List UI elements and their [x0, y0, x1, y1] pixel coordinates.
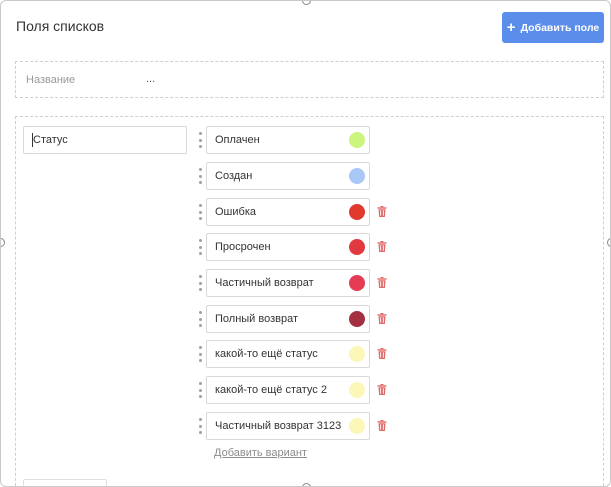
trash-icon[interactable]: [377, 420, 387, 431]
drag-handle-icon[interactable]: [196, 346, 204, 362]
trash-icon[interactable]: [377, 384, 387, 395]
drag-handle-icon[interactable]: [196, 418, 204, 434]
add-field-button-label: Добавить поле: [520, 21, 600, 34]
name-value[interactable]: ...: [146, 73, 155, 85]
option-input[interactable]: какой-то ещё статус: [206, 340, 370, 368]
color-picker-dot[interactable]: [349, 275, 365, 291]
trash-icon[interactable]: [377, 277, 387, 288]
color-picker-dot[interactable]: [349, 418, 365, 434]
plus-icon: +: [506, 19, 516, 36]
color-picker-dot[interactable]: [349, 132, 365, 148]
drag-handle-icon[interactable]: [196, 311, 204, 327]
color-picker-dot[interactable]: [349, 168, 365, 184]
drag-handle-icon[interactable]: [196, 275, 204, 291]
trash-icon[interactable]: [377, 241, 387, 252]
option-input[interactable]: Частичный возврат 3123: [206, 412, 370, 440]
drag-handle-icon[interactable]: [196, 132, 204, 148]
option-input[interactable]: какой-то ещё статус 2: [206, 376, 370, 404]
color-picker-dot[interactable]: [349, 239, 365, 255]
list-fields-panel: Поля списков + Добавить поле Название ..…: [0, 0, 611, 487]
page-title: Поля списков: [16, 18, 105, 34]
drag-handle-icon[interactable]: [196, 204, 204, 220]
resize-handle-left[interactable]: [1, 238, 5, 247]
option-input[interactable]: Создан: [206, 162, 370, 190]
option-row: Частичный возврат 3123: [196, 412, 396, 440]
name-row: Название ...: [15, 61, 604, 98]
option-input[interactable]: Частичный возврат: [206, 269, 370, 297]
option-row: Оплачен: [196, 126, 396, 154]
drag-handle-icon[interactable]: [196, 382, 204, 398]
color-picker-dot[interactable]: [349, 204, 365, 220]
trash-icon[interactable]: [377, 313, 387, 324]
resize-handle-top[interactable]: [302, 1, 311, 5]
add-variant-link[interactable]: Добавить вариант: [214, 447, 307, 459]
option-row: какой-то ещё статус 2: [196, 376, 396, 404]
option-row: какой-то ещё статус: [196, 340, 396, 368]
option-input[interactable]: Просрочен: [206, 233, 370, 261]
option-input[interactable]: Ошибка: [206, 198, 370, 226]
trash-icon[interactable]: [377, 348, 387, 359]
color-picker-dot[interactable]: [349, 346, 365, 362]
color-picker-dot[interactable]: [349, 311, 365, 327]
option-row: Частичный возврат: [196, 269, 396, 297]
option-row: Просрочен: [196, 233, 396, 261]
name-label: Название: [26, 74, 76, 86]
option-input[interactable]: Оплачен: [206, 126, 370, 154]
trash-icon[interactable]: [377, 206, 387, 217]
color-picker-dot[interactable]: [349, 382, 365, 398]
drag-handle-icon[interactable]: [196, 239, 204, 255]
option-input[interactable]: Полный возврат: [206, 305, 370, 333]
bottom-field-box[interactable]: [23, 479, 107, 486]
field-name-input[interactable]: Статус: [23, 126, 187, 154]
option-row: Ошибка: [196, 198, 396, 226]
option-row: Создан: [196, 162, 396, 190]
text-cursor: [32, 133, 33, 147]
option-row: Полный возврат: [196, 305, 396, 333]
resize-handle-right[interactable]: [607, 238, 610, 247]
add-field-button[interactable]: + Добавить поле: [502, 12, 604, 43]
drag-handle-icon[interactable]: [196, 168, 204, 184]
